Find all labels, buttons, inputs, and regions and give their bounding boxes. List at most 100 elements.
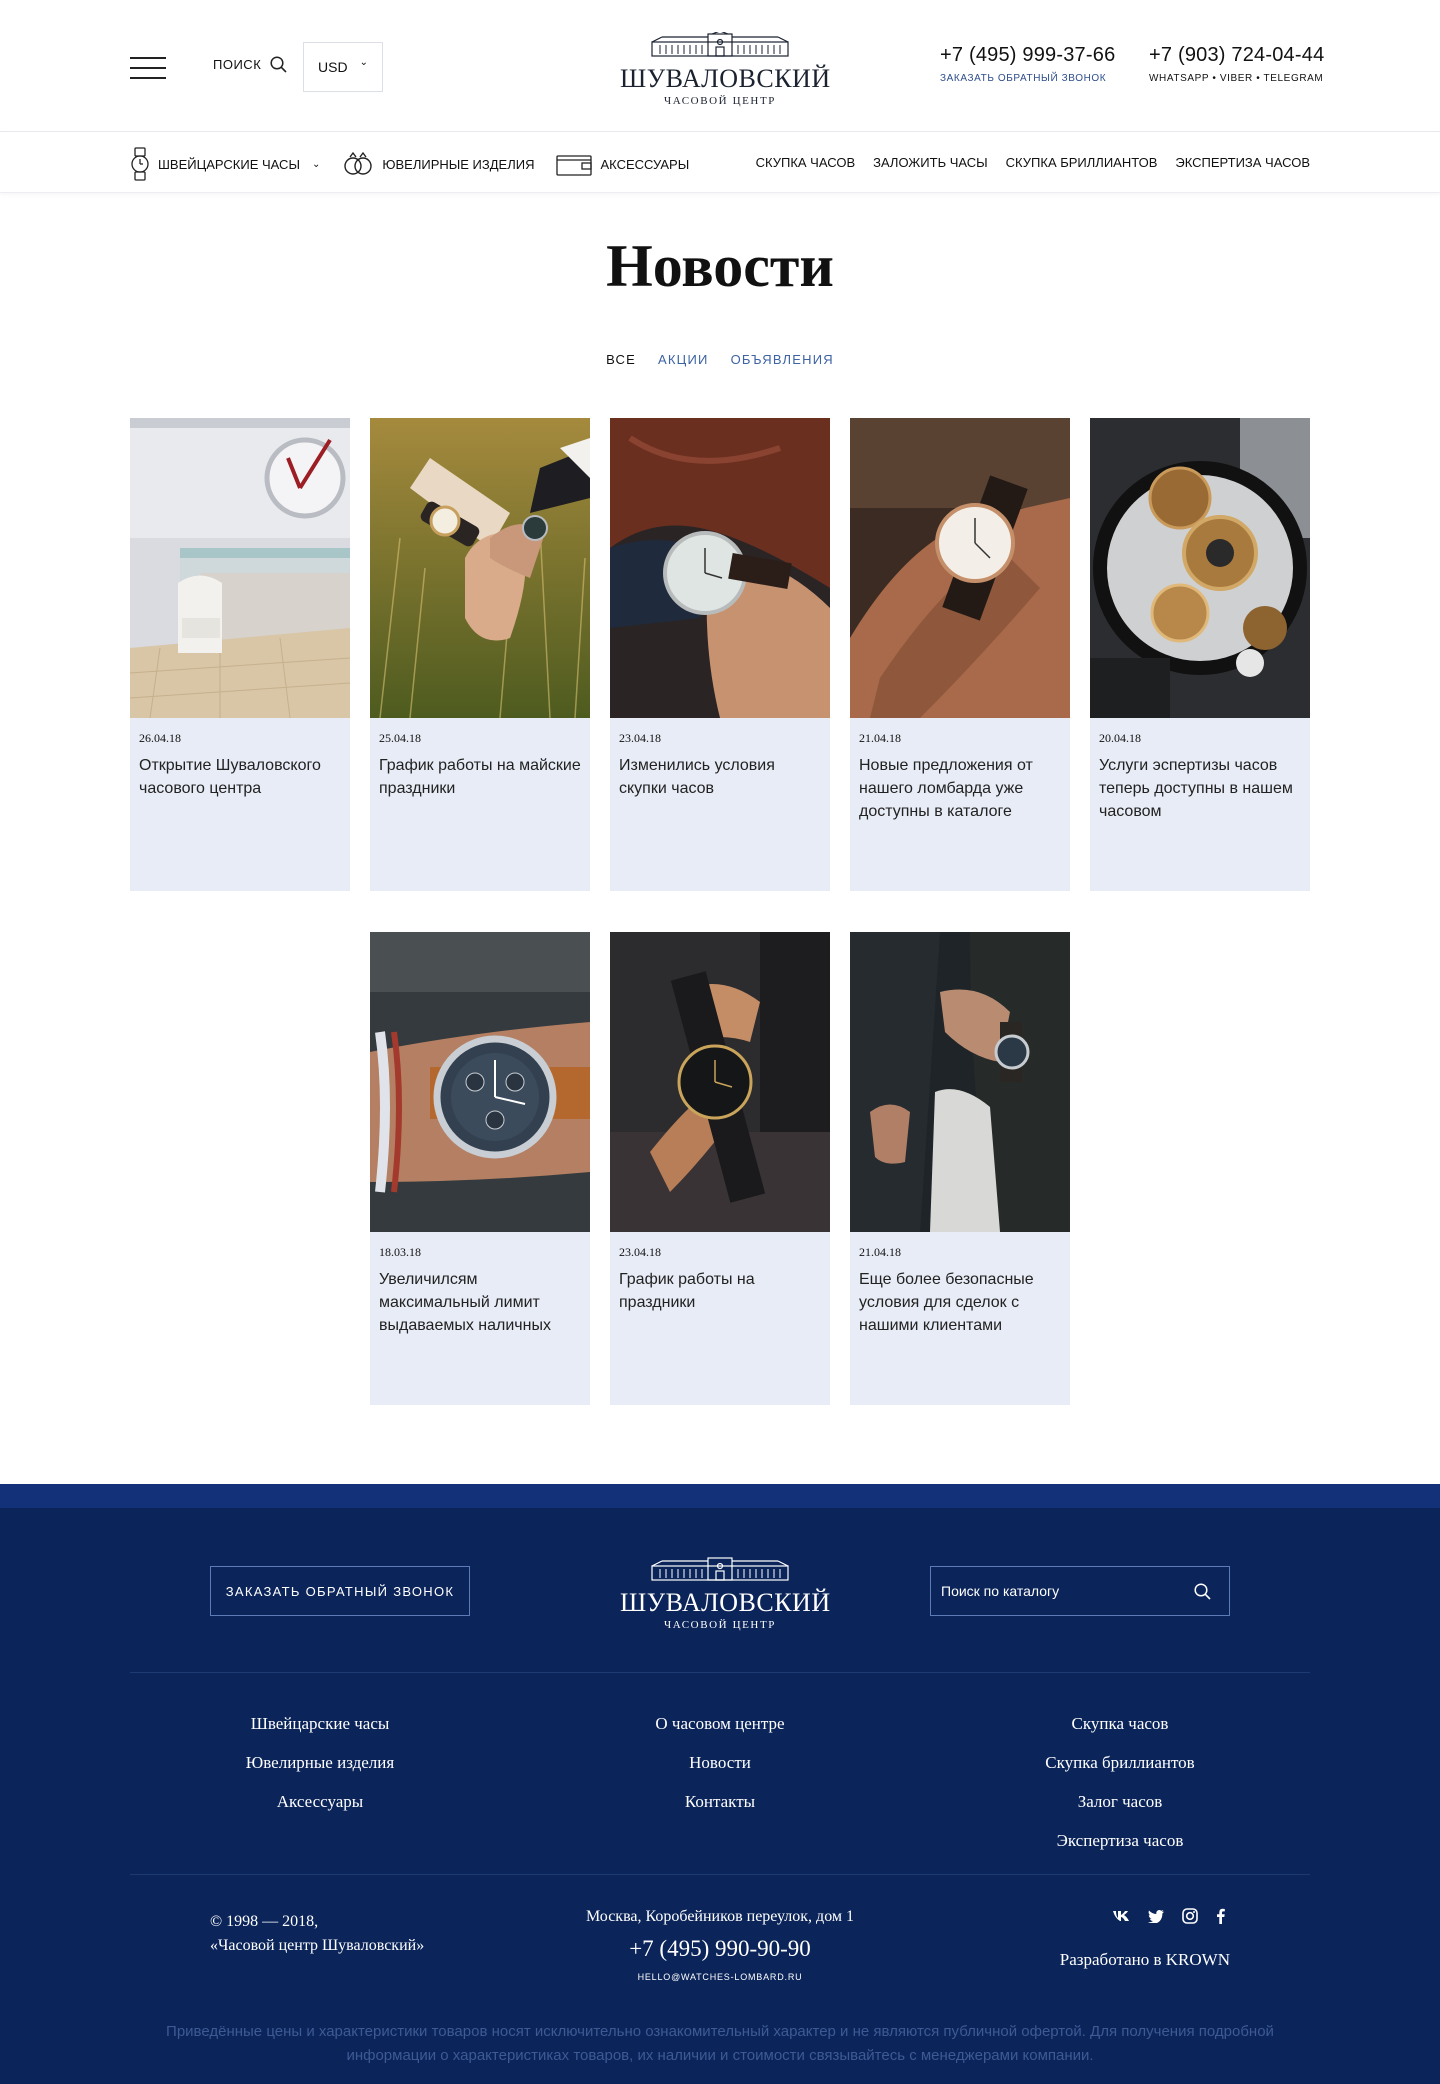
phone-block-messengers: +7 (903) 724-04-44 WHATSAPP • VIBER • TE… xyxy=(1149,44,1324,84)
copyright-years: © 1998 — 2018, xyxy=(210,1913,319,1930)
developer-link[interactable]: Разработано в KROWN xyxy=(1000,1950,1230,1970)
site-header: ПОИСК USD ⌄ ШУВАЛОВСКИЙ ЧАСОВОЙ ЦЕНТР +7… xyxy=(0,0,1440,132)
copyright: © 1998 — 2018, «Часовой центр Шуваловски… xyxy=(210,1910,424,1958)
chevron-down-icon: ⌄ xyxy=(359,57,368,68)
messengers-label: WHATSAPP • VIBER • TELEGRAM xyxy=(1149,73,1324,84)
news-title: График работы на праздники xyxy=(619,1271,755,1311)
news-grid: 26.04.18 Открытие Шуваловского часового … xyxy=(0,418,1440,1408)
service-nav: СКУПКА ЧАСОВ ЗАЛОЖИТЬ ЧАСЫ СКУПКА БРИЛЛИ… xyxy=(756,155,1310,170)
news-image-showroom xyxy=(130,418,350,718)
footer-link-pawn-watches[interactable]: Залог часов xyxy=(990,1782,1250,1821)
social-links xyxy=(1112,1908,1225,1924)
news-card[interactable]: 18.03.18 Увеличилсям максимальный лимит … xyxy=(370,932,590,1405)
phone-messengers[interactable]: +7 (903) 724-04-44 xyxy=(1149,44,1324,67)
footer-email[interactable]: HELLO@WATCHES-LOMBARD.RU xyxy=(520,1972,920,1982)
currency-select[interactable]: USD ⌄ xyxy=(303,42,383,92)
page-title: Новости xyxy=(606,233,834,299)
nav-link-watch-expertise[interactable]: ЭКСПЕРТИЗА ЧАСОВ xyxy=(1175,155,1310,170)
filter-promotions[interactable]: АКЦИИ xyxy=(658,352,709,367)
news-card[interactable]: 23.04.18 Изменились условия скупки часов xyxy=(610,418,830,891)
news-title: График работы на майские праздники xyxy=(379,757,581,797)
search-label: ПОИСК xyxy=(213,57,262,72)
callback-button[interactable]: ЗАКАЗАТЬ ОБРАТНЫЙ ЗВОНОК xyxy=(210,1566,470,1616)
footer-link-contacts[interactable]: Контакты xyxy=(590,1782,850,1821)
news-image-leather-jacket-watch xyxy=(610,418,830,718)
news-card[interactable]: 23.04.18 График работы на праздники xyxy=(610,932,830,1405)
news-image-chronograph xyxy=(370,932,590,1232)
category-nav: ШВЕЙЦАРСКИЕ ЧАСЫ ⌄ ЮВЕЛИРНЫЕ ИЗДЕЛИЯ АКС… xyxy=(130,147,711,181)
news-date: 18.03.18 xyxy=(379,1245,421,1259)
logo-subtitle: ЧАСОВОЙ ЦЕНТР xyxy=(663,95,777,107)
footer-link-buy-diamonds[interactable]: Скупка бриллиантов xyxy=(990,1743,1250,1782)
site-logo[interactable]: ШУВАЛОВСКИЙ ЧАСОВОЙ ЦЕНТР xyxy=(620,30,830,107)
nav-item-accessories[interactable]: АКСЕССУАРЫ xyxy=(556,152,689,176)
nav-item-swiss-watches[interactable]: ШВЕЙЦАРСКИЕ ЧАСЫ ⌄ xyxy=(130,147,320,181)
nav-link-pawn-watches[interactable]: ЗАЛОЖИТЬ ЧАСЫ xyxy=(873,155,988,170)
nav-item-label: ШВЕЙЦАРСКИЕ ЧАСЫ xyxy=(158,156,300,172)
news-card[interactable]: 25.04.18 График работы на майские праздн… xyxy=(370,418,590,891)
nav-link-buy-watches[interactable]: СКУПКА ЧАСОВ xyxy=(756,155,856,170)
footer-col-company: О часовом центре Новости Контакты xyxy=(590,1704,850,1821)
footer-link-about[interactable]: О часовом центре xyxy=(590,1704,850,1743)
phone-main[interactable]: +7 (495) 999-37-66 xyxy=(940,44,1115,67)
footer-band xyxy=(0,1484,1440,1508)
nav-item-label: АКСЕССУАРЫ xyxy=(600,156,690,172)
news-image-man-in-jacket xyxy=(850,932,1070,1232)
news-card[interactable]: 26.04.18 Открытие Шуваловского часового … xyxy=(130,418,350,891)
nav-link-buy-diamonds[interactable]: СКУПКА БРИЛЛИАНТОВ xyxy=(1006,155,1158,170)
logo-subtitle: ЧАСОВОЙ ЦЕНТР xyxy=(663,1619,777,1631)
footer-logo[interactable]: ШУВАЛОВСКИЙ ЧАСОВОЙ ЦЕНТР xyxy=(620,1556,831,1631)
news-card[interactable]: 21.04.18 Еще более безопасные условия дл… xyxy=(850,932,1070,1405)
search-icon[interactable] xyxy=(1194,1583,1211,1605)
wallet-icon xyxy=(556,155,593,176)
catalog-search xyxy=(930,1566,1230,1616)
news-date: 26.04.18 xyxy=(139,731,181,745)
news-title: Открытие Шуваловского часового центра xyxy=(139,757,321,797)
news-image-couple-hands xyxy=(370,418,590,718)
phone-block-main: +7 (495) 999-37-66 ЗАКАЗАТЬ ОБРАТНЫЙ ЗВО… xyxy=(940,44,1115,84)
footer-contacts: Москва, Коробейников переулок, дом 1 +7 … xyxy=(520,1908,920,1982)
footer-divider xyxy=(130,1874,1310,1875)
main-nav: ШВЕЙЦАРСКИЕ ЧАСЫ ⌄ ЮВЕЛИРНЫЕ ИЗДЕЛИЯ АКС… xyxy=(0,133,1440,193)
vk-icon[interactable] xyxy=(1112,1910,1130,1922)
news-date: 21.04.18 xyxy=(859,731,901,745)
news-date: 21.04.18 xyxy=(859,1245,901,1259)
currency-value: USD xyxy=(318,59,348,75)
logo-name: ШУВАЛОВСКИЙ xyxy=(620,1588,831,1617)
building-logo-icon xyxy=(651,30,789,57)
footer-col-catalog: Швейцарские часы Ювелирные изделия Аксес… xyxy=(190,1704,450,1821)
rings-icon xyxy=(344,151,373,175)
news-card[interactable]: 21.04.18 Новые предложения от нашего лом… xyxy=(850,418,1070,891)
footer-link-news[interactable]: Новости xyxy=(590,1743,850,1782)
footer-col-services: Скупка часов Скупка бриллиантов Залог ча… xyxy=(990,1704,1250,1860)
news-image-wrist-watch xyxy=(850,418,1070,718)
footer-link-accessories[interactable]: Аксессуары xyxy=(190,1782,450,1821)
site-footer: ЗАКАЗАТЬ ОБРАТНЫЙ ЗВОНОК ШУВАЛОВСКИЙ ЧАС… xyxy=(0,1484,1440,2084)
filter-announcements[interactable]: ОБЪЯВЛЕНИЯ xyxy=(731,352,834,367)
catalog-search-input[interactable] xyxy=(931,1583,1171,1599)
callback-link[interactable]: ЗАКАЗАТЬ ОБРАТНЫЙ ЗВОНОК xyxy=(940,73,1115,84)
news-card[interactable]: 20.04.18 Услуги эспертизы часов теперь д… xyxy=(1090,418,1310,891)
building-logo-icon xyxy=(651,1557,789,1581)
footer-divider xyxy=(130,1672,1310,1673)
twitter-icon[interactable] xyxy=(1148,1909,1164,1923)
footer-phone[interactable]: +7 (495) 990-90-90 xyxy=(520,1936,920,1962)
news-date: 20.04.18 xyxy=(1099,731,1141,745)
nav-item-jewelry[interactable]: ЮВЕЛИРНЫЕ ИЗДЕЛИЯ xyxy=(342,151,534,177)
copyright-company: «Часовой центр Шуваловский» xyxy=(210,1937,425,1954)
facebook-icon[interactable] xyxy=(1216,1908,1225,1924)
footer-link-expertise[interactable]: Экспертиза часов xyxy=(990,1821,1250,1860)
news-title: Еще более безопасные условия для сделок … xyxy=(859,1271,1034,1334)
news-title: Услуги эспертизы часов теперь доступны в… xyxy=(1099,757,1293,820)
footer-link-buy-watches[interactable]: Скупка часов xyxy=(990,1704,1250,1743)
news-title: Новые предложения от нашего ломбарда уже… xyxy=(859,757,1033,820)
search-icon xyxy=(270,56,287,73)
footer-link-swiss-watches[interactable]: Швейцарские часы xyxy=(190,1704,450,1743)
instagram-icon[interactable] xyxy=(1182,1908,1198,1924)
search-button[interactable]: ПОИСК xyxy=(213,56,287,73)
footer-link-jewelry[interactable]: Ювелирные изделия xyxy=(190,1743,450,1782)
chevron-down-icon: ⌄ xyxy=(311,158,321,170)
menu-burger-icon[interactable] xyxy=(130,57,166,79)
watch-icon xyxy=(131,147,149,181)
filter-all[interactable]: ВСЕ xyxy=(606,352,636,367)
